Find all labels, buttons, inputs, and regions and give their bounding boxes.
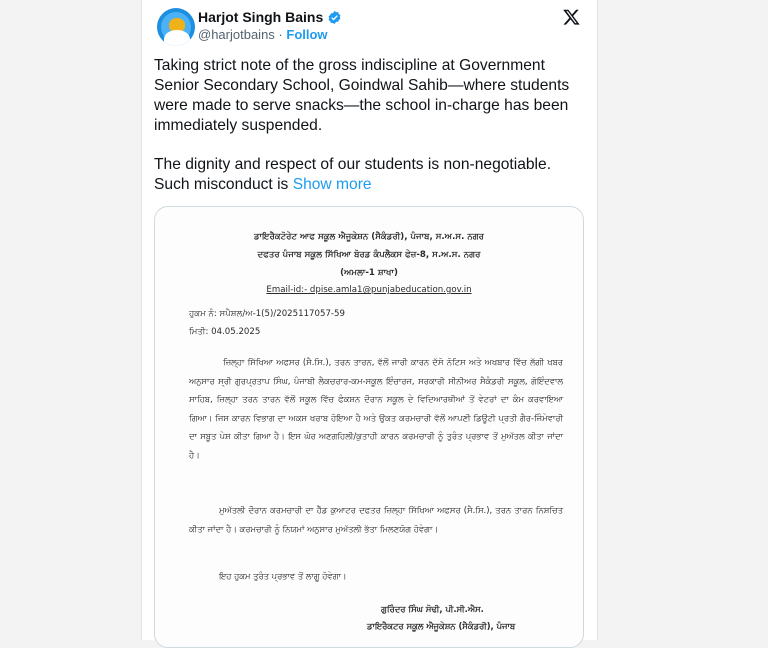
author-handle-row: @harjotbains · Follow [198,27,328,42]
signature-title: ਡਾਇਰੈਕਟਰ ਸਕੂਲ ਐਜੂਕੇਸ਼ਨ (ਸੈਕੰਡਰੀ), ਪੰਜਾਬ [367,621,516,631]
document-paragraph-2: ਮੁਅੱਤਲੀ ਦੌਰਾਨ ਕਰਮਚਾਰੀ ਦਾ ਹੈੱਡ ਕੁਆਟਰ ਦਫਤਰ… [189,505,563,534]
avatar-body [164,30,190,46]
document-order-number: ਹੁਕਮ ਨੰ: ਸਪੈਸ਼ਲ/ਅ-1(5)/2025117057-59 [189,309,345,319]
verified-badge-icon [328,10,341,24]
document-image[interactable]: ਡਾਇਰੈਕਟੋਰੇਟ ਆਫ ਸਕੂਲ ਐਜੂਕੇਸ਼ਨ (ਸੈਕੰਡਰੀ), … [154,206,584,648]
show-more-link[interactable]: Show more [293,176,372,193]
x-logo-icon[interactable] [562,8,581,26]
author-name[interactable]: Harjot Singh Bains [198,9,323,25]
author-avatar[interactable] [157,8,195,46]
document-header-line-2: ਦਫਤਰ ਪੰਜਾਬ ਸਕੂਲ ਸਿੱਖਿਆ ਬੋਰਡ ਕੰਪਲੈਕਸ ਫੇਜ਼… [257,250,481,260]
tweet-paragraph-2: The dignity and respect of our students … [154,155,584,195]
document-date: ਮਿਤੀ: 04.05.2025 [189,327,261,337]
tweet-card: Harjot Singh Bains @harjotbains · Follow… [141,0,598,648]
author-handle[interactable]: @harjotbains [198,27,275,42]
document-header-line-1: ਡਾਇਰੈਕਟੋਰੇਟ ਆਫ ਸਕੂਲ ਐਜੂਕੇਸ਼ਨ (ਸੈਕੰਡਰੀ), … [253,232,485,242]
document-email: Email-id:- dpise.amla1@punjabeducation.g… [266,285,472,295]
author-name-row: Harjot Singh Bains [198,9,342,25]
document-paragraph-1: ਜ਼ਿਲ੍ਹਾ ਸਿੱਖਿਆ ਅਫਸਰ (ਸੈ.ਸਿ.), ਤਰਨ ਤਾਰਨ, … [189,357,563,460]
follow-link[interactable]: Follow [286,27,327,42]
tweet-paragraph-1: Taking strict note of the gross indiscip… [154,57,570,134]
signature-name: ਗੁਰਿੰਦਰ ਸਿੰਘ ਸੋਢੀ, ਪੀ.ਸੀ.ਐਸ. [381,604,484,614]
document-header-line-3: (ਅਮਲਾ-1 ਸ਼ਾਖਾ) [340,268,398,278]
tweet-text: Taking strict note of the gross indiscip… [154,56,584,195]
handle-separator: · [278,27,283,42]
suspension-order-document: ਡਾਇਰੈਕਟੋਰੇਟ ਆਫ ਸਕੂਲ ਐਜੂਕੇਸ਼ਨ (ਸੈਕੰਡਰੀ), … [155,207,583,647]
document-paragraph-3: ਇਹ ਹੁਕਮ ਤੁਰੰਤ ਪ੍ਰਭਾਵ ਤੋਂ ਲਾਗੂ ਹੋਵੇਗਾ। [219,571,347,581]
